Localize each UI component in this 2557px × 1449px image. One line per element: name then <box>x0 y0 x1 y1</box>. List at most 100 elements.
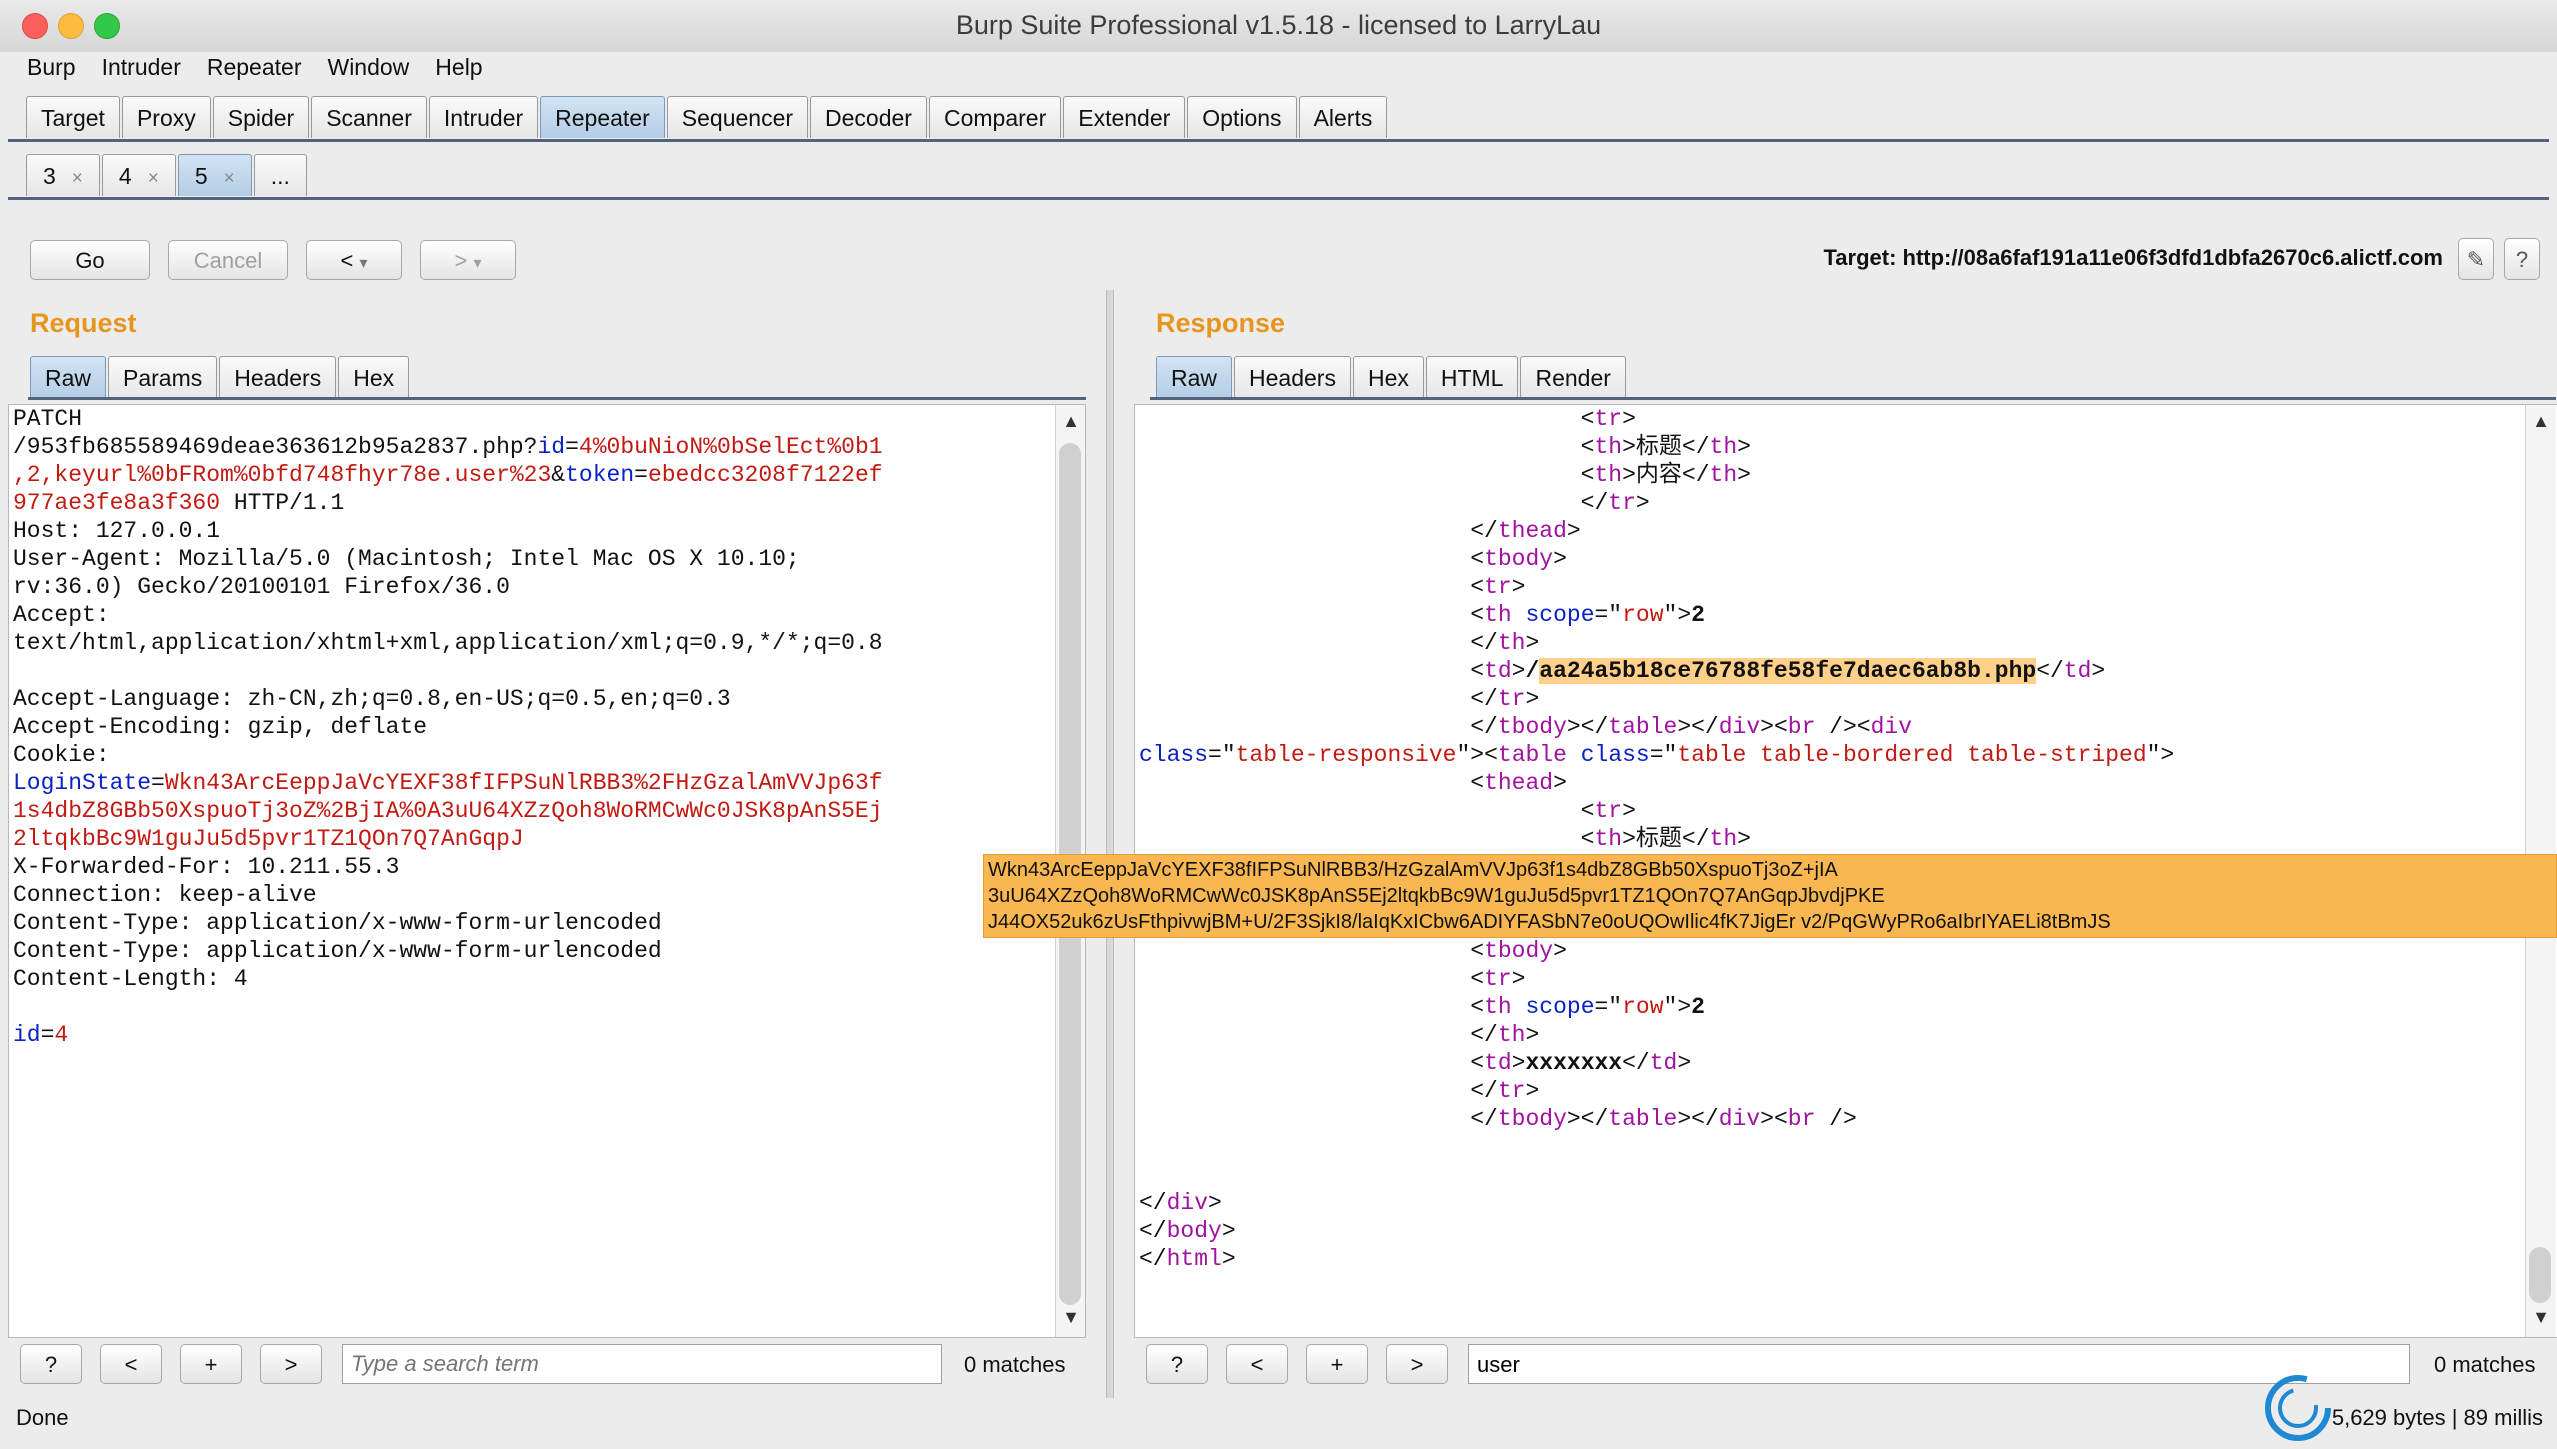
code-token: </ <box>2036 658 2064 684</box>
repeater-tab-3[interactable]: 3 × <box>26 154 100 196</box>
menu-help[interactable]: Help <box>435 54 482 81</box>
response-text: <tr> <th>标题</th> <th>内容</th> </tr> </the… <box>1139 405 2174 1273</box>
request-prev-match-button[interactable]: < <box>100 1344 162 1384</box>
response-tab-raw[interactable]: Raw <box>1156 356 1233 398</box>
code-token: > <box>1525 686 1540 712</box>
menu-burp[interactable]: Burp <box>27 54 76 81</box>
code-token: class <box>1139 742 1209 768</box>
code-token: 977ae3fe8a3f360 <box>13 490 221 516</box>
code-token: id <box>13 1022 41 1048</box>
request-tab-params[interactable]: Params <box>108 356 218 398</box>
tab-spider[interactable]: Spider <box>212 96 310 138</box>
code-token: Accept: <box>13 602 110 628</box>
repeater-tab-more[interactable]: ... <box>253 154 307 196</box>
close-tab-icon[interactable]: × <box>224 168 235 189</box>
code-token: < <box>1139 546 1485 572</box>
split-pane-divider[interactable] <box>1106 290 1114 1398</box>
tab-intruder[interactable]: Intruder <box>428 96 539 138</box>
repeater-tab-label: 5 <box>194 163 208 189</box>
code-token: > <box>1511 574 1526 600</box>
code-token: > <box>1511 966 1526 992</box>
request-editor[interactable]: PATCH/953fb685589469deae363612b95a2837.p… <box>8 404 1086 1338</box>
title-bar: Burp Suite Professional v1.5.18 - licens… <box>0 0 2557 53</box>
tab-alerts[interactable]: Alerts <box>1298 96 1388 138</box>
code-token: Content-Type: application/x-www-form-url… <box>13 938 662 964</box>
request-tab-divider <box>28 397 1086 400</box>
response-view-tabs: Raw Headers Hex HTML Render <box>1156 356 1628 400</box>
code-token: </ <box>1139 1022 1498 1048</box>
response-tab-render[interactable]: Render <box>1520 356 1626 398</box>
code-token: > <box>1525 1022 1540 1048</box>
code-token: table-responsive <box>1235 742 1457 768</box>
back-button[interactable]: < ▾ <box>306 240 402 280</box>
code-token: thead <box>1497 518 1567 544</box>
tab-options[interactable]: Options <box>1187 96 1297 138</box>
tab-sequencer[interactable]: Sequencer <box>666 96 809 138</box>
help-button[interactable]: ? <box>2504 238 2540 280</box>
cancel-button[interactable]: Cancel <box>168 240 288 280</box>
menu-repeater[interactable]: Repeater <box>207 54 302 81</box>
request-add-button[interactable]: + <box>180 1344 242 1384</box>
scroll-up-icon[interactable]: ▲ <box>1056 411 1085 437</box>
tab-comparer[interactable]: Comparer <box>928 96 1062 138</box>
request-search-input[interactable] <box>342 1344 942 1384</box>
code-line: Cookie: <box>13 741 883 769</box>
response-prev-match-button[interactable]: < <box>1226 1344 1288 1384</box>
edit-target-button[interactable]: ✎ <box>2458 238 2494 280</box>
code-token: > <box>1553 938 1567 964</box>
scroll-down-icon[interactable]: ▼ <box>2526 1307 2556 1333</box>
response-help-button[interactable]: ? <box>1146 1344 1208 1384</box>
code-token: X-Forwarded-For: 10.211.55.3 <box>13 854 400 880</box>
menu-intruder[interactable]: Intruder <box>102 54 181 81</box>
main-tab-bar: Target Proxy Spider Scanner Intruder Repeater… <box>26 96 1389 140</box>
code-line: </tr> <box>1139 489 2174 517</box>
request-tab-hex[interactable]: Hex <box>338 356 410 398</box>
response-add-button[interactable]: + <box>1306 1344 1368 1384</box>
code-token: id <box>537 434 566 460</box>
tab-extender[interactable]: Extender <box>1063 96 1186 138</box>
code-token: >标题</ <box>1622 826 1710 852</box>
request-next-match-button[interactable]: > <box>260 1344 322 1384</box>
tab-repeater[interactable]: Repeater <box>540 96 665 138</box>
request-tab-headers[interactable]: Headers <box>219 356 337 398</box>
code-token: </ <box>1139 1106 1498 1132</box>
go-button[interactable]: Go <box>30 240 150 280</box>
forward-button[interactable]: > ▾ <box>420 240 516 280</box>
code-token: </ <box>1139 1078 1498 1104</box>
response-next-match-button[interactable]: > <box>1386 1344 1448 1384</box>
code-token: table <box>1497 742 1567 768</box>
help-icon: ? <box>2515 247 2529 272</box>
code-line: 2ltqkbBc9W1guJu5d5pvr1TZ1QOn7Q7AnGqpJ <box>13 825 883 853</box>
close-tab-icon[interactable]: × <box>148 168 159 189</box>
target-label[interactable]: Target: http://08a6faf191a11e06f3dfd1dbf… <box>1823 245 2443 271</box>
code-token: > <box>1553 770 1567 796</box>
scroll-down-icon[interactable]: ▼ <box>1056 1307 1085 1333</box>
response-tab-hex[interactable]: Hex <box>1352 356 1424 398</box>
code-token: > <box>1737 826 1751 852</box>
request-tab-raw[interactable]: Raw <box>30 356 107 398</box>
close-tab-icon[interactable]: × <box>72 168 83 189</box>
code-line: X-Forwarded-For: 10.211.55.3 <box>13 853 883 881</box>
code-token: > <box>1737 434 1751 460</box>
tab-proxy[interactable]: Proxy <box>121 96 211 138</box>
code-token: ></ <box>1566 1106 1609 1132</box>
menu-window[interactable]: Window <box>327 54 409 81</box>
response-tab-html[interactable]: HTML <box>1425 356 1519 398</box>
response-scroll-thumb[interactable] <box>2529 1247 2551 1303</box>
repeater-tab-4[interactable]: 4 × <box>101 154 176 196</box>
repeater-tab-5[interactable]: 5 × <box>177 154 252 196</box>
tab-target[interactable]: Target <box>26 96 120 138</box>
code-line: </div> <box>1139 1189 2174 1217</box>
response-tab-headers[interactable]: Headers <box>1234 356 1351 398</box>
code-line: </tr> <box>1139 685 2174 713</box>
request-match-count: 0 matches <box>964 1352 1066 1377</box>
tab-scanner[interactable]: Scanner <box>311 96 427 138</box>
code-token: aa24a5b18ce76788fe58fe7daec6ab8b.php <box>1539 658 2037 684</box>
code-line: 1s4dbZ8GBb50XspuoTj3oZ%2BjIA%0A3uU64XZzQ… <box>13 797 883 825</box>
scroll-up-icon[interactable]: ▲ <box>2526 411 2556 437</box>
repeater-tab-label: 3 <box>43 163 56 189</box>
request-help-button[interactable]: ? <box>20 1344 82 1384</box>
tab-decoder[interactable]: Decoder <box>810 96 927 138</box>
code-token: = <box>634 462 648 488</box>
